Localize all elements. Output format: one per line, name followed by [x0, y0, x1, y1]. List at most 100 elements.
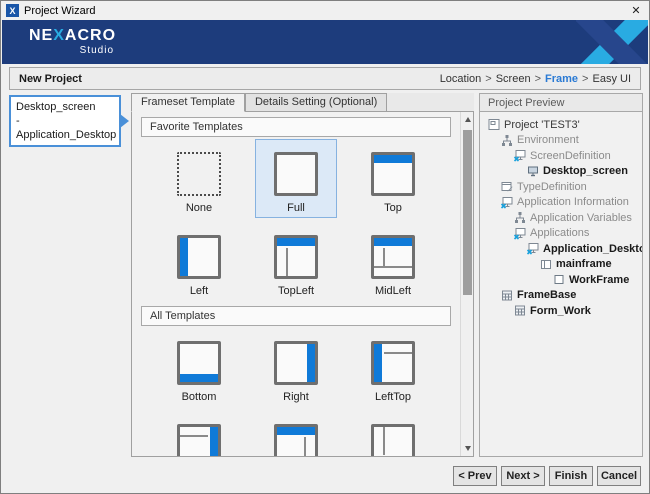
tab-details-setting-optional-[interactable]: Details Setting (Optional) [245, 93, 387, 111]
vertical-scrollbar[interactable] [460, 112, 473, 456]
breadcrumb-step-frame: Frame [545, 73, 578, 85]
grid-icon [500, 289, 514, 302]
close-icon[interactable]: ✕ [628, 4, 644, 17]
selected-screen-callout[interactable]: Desktop_screen - Application_Desktop [9, 95, 121, 147]
pattern-part [384, 352, 412, 354]
template-label: Full [287, 202, 305, 214]
tree-item-label: Application Information [517, 196, 629, 208]
tab-frameset-template[interactable]: Frameset Template [131, 93, 245, 112]
tree-item-application-desktop[interactable]: Application_Desktop [480, 241, 642, 257]
prev-button[interactable]: < Prev [453, 466, 497, 486]
scroll-up-icon[interactable] [461, 113, 474, 126]
group-header-favorite-templates: Favorite Templates [141, 117, 451, 137]
template-option-left[interactable]: Left [158, 222, 240, 301]
next-button[interactable]: Next > [501, 466, 545, 486]
tree-item-workframe[interactable]: WorkFrame [480, 272, 642, 288]
template-thumb-bottom-icon [177, 341, 221, 385]
template-option-right[interactable]: Right [255, 328, 337, 407]
project-preview-panel: Project Preview Project 'TEST3' Environme… [479, 93, 643, 457]
template-thumb-top-icon [371, 152, 415, 196]
breadcrumb-separator: > [535, 73, 541, 85]
tree-item-screendefinition[interactable]: ScreenDefinition [480, 148, 642, 164]
template-panel: Frameset TemplateDetails Setting (Option… [131, 93, 474, 457]
template-option-topright[interactable] [255, 411, 337, 456]
template-option-topleft[interactable]: TopLeft [255, 222, 337, 301]
template-option-midleft[interactable]: MidLeft [352, 222, 434, 301]
callout-line1: Desktop_screen [16, 100, 114, 114]
template-thumb-leftbottom-icon [371, 424, 415, 456]
scrollbar-thumb[interactable] [463, 130, 472, 295]
tree-item-typedefinition[interactable]: TypeDefinition [480, 179, 642, 195]
template-label: Right [283, 391, 309, 403]
square-icon [552, 273, 566, 286]
tree-item-label: mainframe [556, 258, 612, 270]
project-wizard-dialog: X Project Wizard ✕ NEXACRO Studio New Pr… [0, 0, 650, 494]
template-thumb-topright-icon [274, 424, 318, 456]
template-thumb-left-icon [177, 235, 221, 279]
brand-name: NEXACRO [29, 27, 116, 45]
brand-x: X [53, 27, 65, 44]
wizard-header-bar: New Project Location>Screen>Frame>Easy U… [9, 67, 641, 90]
page-title: New Project [19, 73, 82, 85]
pattern-part [180, 238, 188, 276]
template-thumb-full-icon [274, 152, 318, 196]
monitor-icon [526, 165, 540, 178]
template-label: TopLeft [278, 285, 314, 297]
template-option-top[interactable]: Top [352, 139, 434, 218]
template-option-righttop[interactable] [158, 411, 240, 456]
breadcrumb-step-screen: Screen [496, 73, 531, 85]
breadcrumb-separator: > [485, 73, 491, 85]
cancel-button[interactable]: Cancel [597, 466, 641, 486]
tree-item-label: Applications [530, 227, 589, 239]
pattern-part [180, 374, 218, 382]
template-thumb-none-icon [177, 152, 221, 196]
template-option-none[interactable]: None [158, 139, 240, 218]
tree-item-label: Form_Work [530, 305, 591, 317]
pattern-part [374, 238, 412, 246]
template-thumb-righttop-icon [177, 424, 221, 456]
template-grid: Bottom Right LeftTop [158, 328, 434, 456]
tree-item-applications[interactable]: Applications [480, 226, 642, 242]
tree-item-label: FrameBase [517, 289, 576, 301]
template-option-lefttop[interactable]: LeftTop [352, 328, 434, 407]
scroll-down-icon[interactable] [461, 442, 474, 455]
brand-logo: NEXACRO Studio [29, 27, 116, 56]
tree-item-application-information[interactable]: Application Information [480, 195, 642, 211]
tree-item-mainframe[interactable]: mainframe [480, 257, 642, 273]
pattern-part [286, 248, 288, 276]
nexacro-x-logo-icon [576, 20, 648, 64]
pattern-part [304, 437, 306, 456]
tree-item-environment[interactable]: Environment [480, 133, 642, 149]
tree-item-framebase[interactable]: FrameBase [480, 288, 642, 304]
template-label: MidLeft [375, 285, 411, 297]
tree-item-label: TypeDefinition [517, 181, 587, 193]
tree-item-desktop-screen[interactable]: Desktop_screen [480, 164, 642, 180]
tree-item-form-work[interactable]: Form_Work [480, 303, 642, 319]
pattern-part [374, 344, 382, 382]
template-option-leftbottom[interactable] [352, 411, 434, 456]
pattern-part [374, 155, 412, 163]
template-grid: NoneFullTopLeftTopLeftMidLeft [158, 139, 434, 301]
template-option-bottom[interactable]: Bottom [158, 328, 240, 407]
pattern-part [277, 427, 315, 435]
template-thumb-topleft-icon [274, 235, 318, 279]
tree-item-label: Desktop_screen [543, 165, 628, 177]
pattern-part [383, 427, 385, 455]
screen-def-icon [513, 149, 527, 162]
template-thumb-midleft-icon [371, 235, 415, 279]
main-area: Desktop_screen - Application_Desktop Fra… [1, 93, 649, 457]
brand-acro: ACRO [65, 27, 116, 44]
pattern-part [383, 248, 385, 266]
finish-button[interactable]: Finish [549, 466, 593, 486]
project-preview-header: Project Preview [479, 93, 643, 112]
tree-item-label: Project 'TEST3' [504, 119, 580, 131]
app-icon: X [6, 4, 19, 17]
window-title: Project Wizard [24, 5, 628, 17]
tree-item-label: Environment [517, 134, 579, 146]
tree-item-project-test3-[interactable]: Project 'TEST3' [480, 117, 642, 133]
template-label: Bottom [182, 391, 217, 403]
tree-item-application-variables[interactable]: Application Variables [480, 210, 642, 226]
template-scroll-content: Favorite TemplatesNoneFullTopLeftTopLeft… [132, 112, 460, 456]
template-option-full[interactable]: Full [255, 139, 337, 218]
brand-ne: NE [29, 27, 53, 44]
